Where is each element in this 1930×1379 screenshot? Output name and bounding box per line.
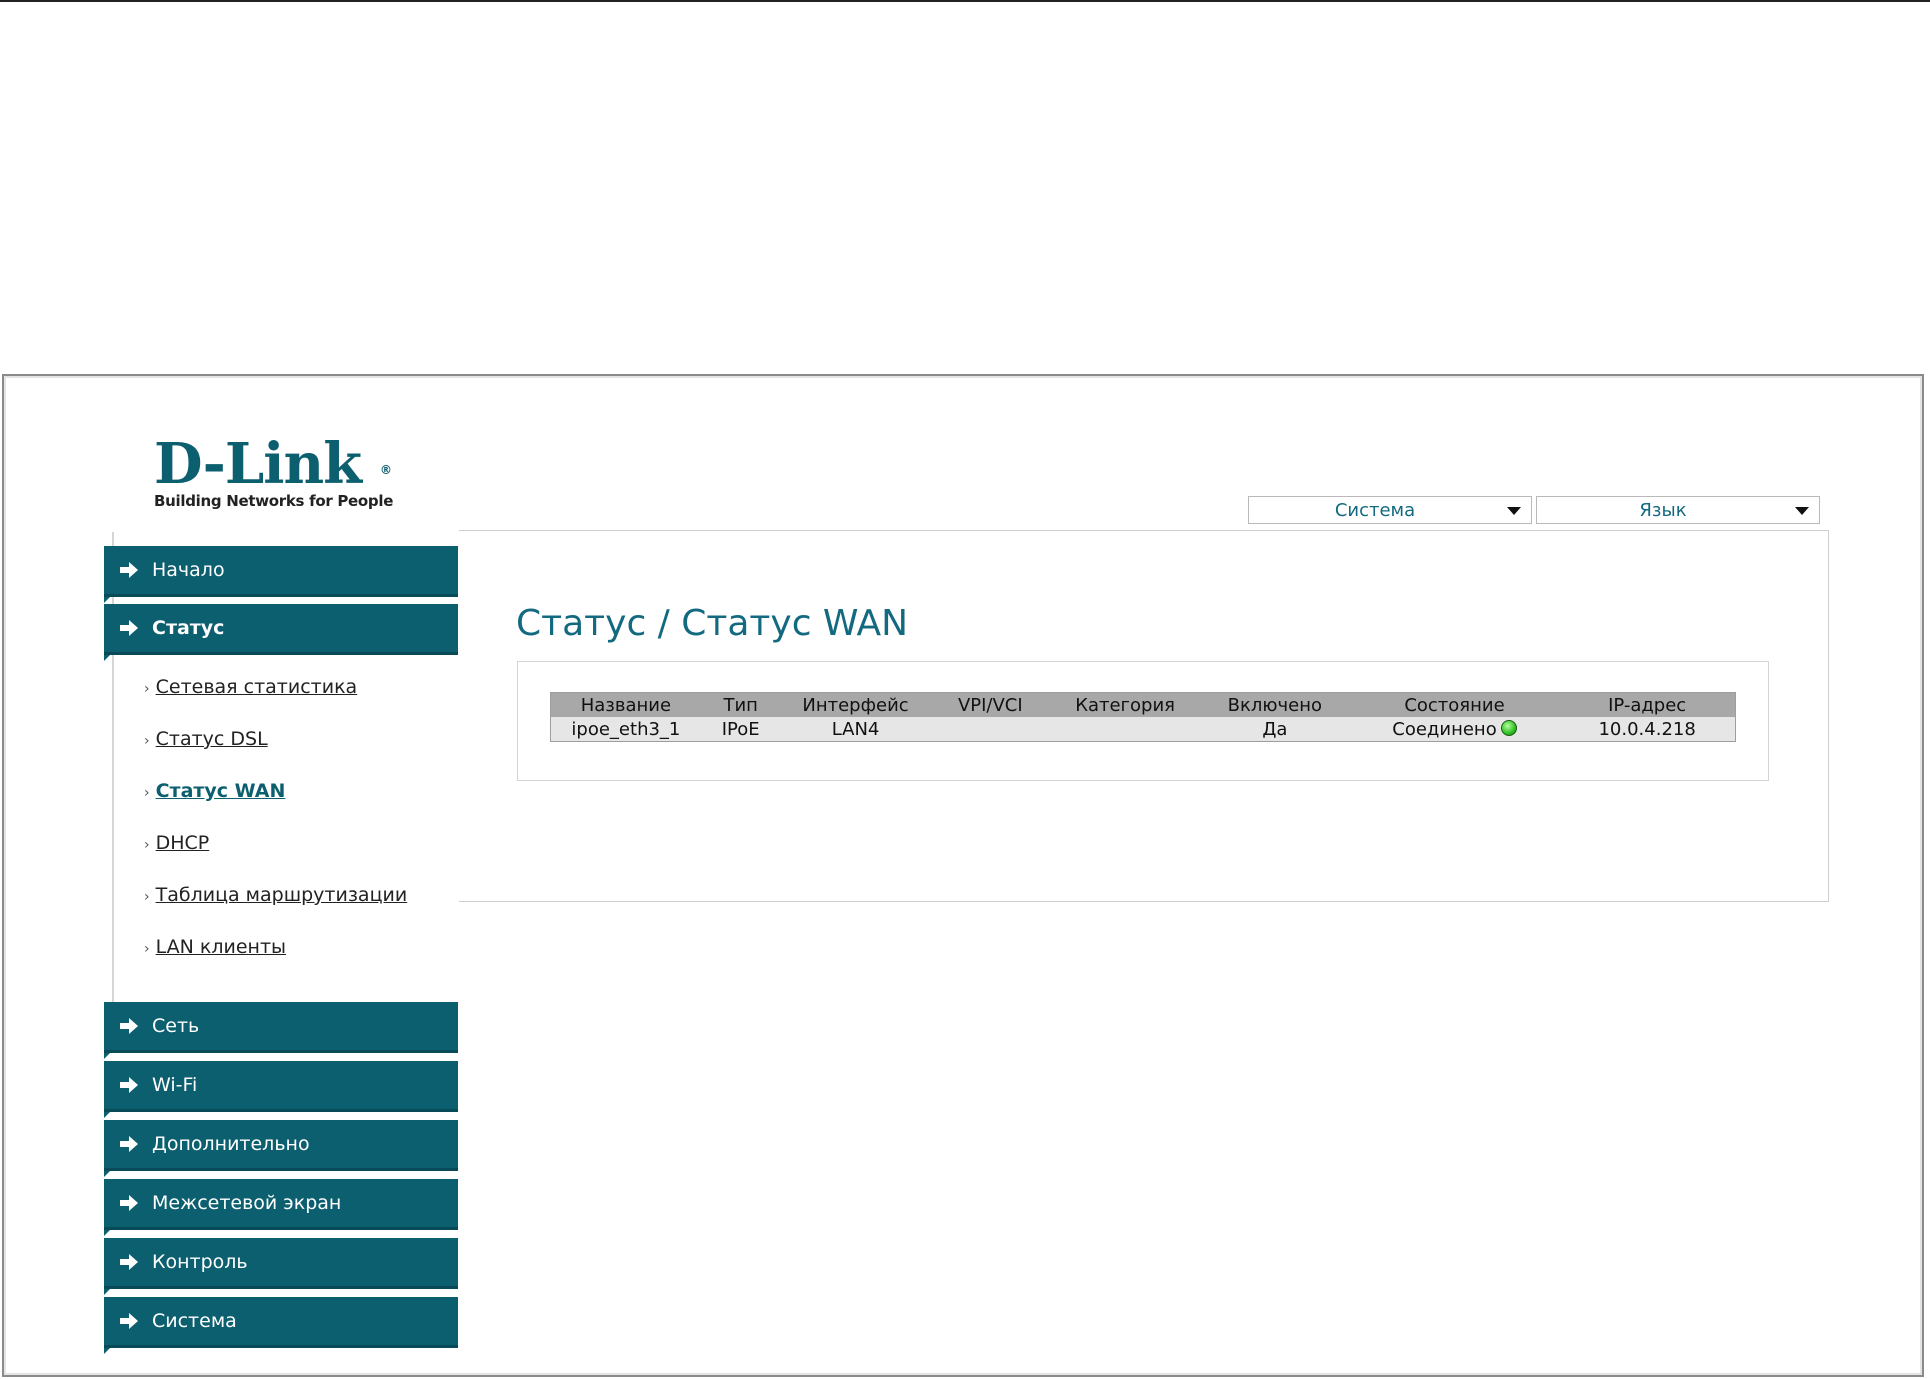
sidebar-item-home[interactable]: Начало [104,546,458,603]
arrow-right-icon [120,1313,138,1329]
state-text: Соединено [1392,718,1497,740]
column-header: Включено [1199,692,1350,717]
connected-status-icon [1500,719,1517,736]
sidebar-item-label: Система [152,1310,237,1332]
column-header: Название [550,692,701,717]
submenu-item-label: Сетевая статистика [155,676,358,698]
column-header: Категория [1050,692,1200,717]
bullet-icon: › [144,837,150,853]
sidebar-item-control[interactable]: Контроль [104,1238,458,1295]
sidebar-item-firewall[interactable]: Межсетевой экран [104,1179,458,1236]
bullet-icon: › [144,889,150,905]
sidebar-nav: Начало Статус › Сетевая статистика › Стату… [104,532,460,1375]
sidebar-item-label: Межсетевой экран [152,1192,342,1214]
cell-enabled: Да [1199,717,1350,742]
sidebar-item-label: Начало [152,559,225,581]
submenu-item-label: Статус DSL [155,728,268,750]
system-menu-dropdown[interactable]: Система [1248,496,1532,524]
bullet-icon: › [144,941,150,957]
submenu-item-label: LAN клиенты [155,936,287,958]
arrow-right-icon [120,562,138,578]
cell-interface: LAN4 [780,717,931,742]
submenu-item-network-stats[interactable]: › Сетевая статистика [144,672,357,702]
column-header: Тип [700,692,781,717]
submenu-item-dsl-status[interactable]: › Статус DSL [144,724,268,754]
submenu-item-label: DHCP [155,832,210,854]
submenu-item-dhcp[interactable]: › DHCP [144,828,209,858]
sidebar-item-status[interactable]: Статус [104,604,458,661]
arrow-right-icon [120,1136,138,1152]
submenu-item-routing-table[interactable]: › Таблица маршрутизации [144,880,407,910]
arrow-right-icon [120,1195,138,1211]
bullet-icon: › [144,733,150,749]
cell-name: ipoe_eth3_1 [550,717,701,742]
router-web-ui: D-Link ® Building Networks for People Си… [2,374,1924,1377]
language-menu-dropdown[interactable]: Язык [1536,496,1820,524]
cell-state: Соединено [1349,717,1560,742]
sidebar-item-label: Статус [152,617,225,639]
column-header: VPI/VCI [930,692,1051,717]
submenu-item-label: Таблица маршрутизации [155,884,408,906]
column-header: Состояние [1349,692,1560,717]
sidebar-item-wifi[interactable]: Wi-Fi [104,1061,458,1118]
bullet-icon: › [144,681,150,697]
table-row[interactable]: ipoe_eth3_1 IPoE LAN4 Да Соединено 10.0.… [550,717,1736,742]
sidebar-item-system[interactable]: Система [104,1297,458,1354]
sidebar-item-label: Сеть [152,1015,200,1037]
submenu-item-lan-clients[interactable]: › LAN клиенты [144,932,286,962]
chevron-down-icon [1507,507,1521,515]
wan-status-box: Название Тип Интерфейс VPI/VCI Категория… [517,661,1769,781]
page-title: Статус / Статус WAN [516,603,909,645]
bullet-icon: › [144,785,150,801]
wan-status-table: Название Тип Интерфейс VPI/VCI Категория… [550,692,1736,742]
sidebar-item-label: Контроль [152,1251,248,1273]
logo-wordmark: D-Link ® [154,434,394,494]
logo-text: D-Link [154,431,362,497]
column-header: Интерфейс [780,692,931,717]
arrow-right-icon [120,620,138,636]
cell-ip-address: 10.0.4.218 [1559,717,1736,742]
arrow-right-icon [120,1077,138,1093]
column-header: IP-адрес [1559,692,1736,717]
submenu-item-wan-status[interactable]: › Статус WAN [144,776,285,806]
cell-type: IPoE [700,717,781,742]
submenu-item-label: Статус WAN [155,780,286,802]
cell-category [1050,717,1200,742]
sidebar-item-advanced[interactable]: Дополнительно [104,1120,458,1177]
sidebar-item-label: Дополнительно [152,1133,310,1155]
registered-mark: ® [380,463,392,477]
cell-vpi-vci [930,717,1051,742]
table-header-row: Название Тип Интерфейс VPI/VCI Категория… [550,692,1736,717]
arrow-right-icon [120,1254,138,1270]
system-menu-label: Система [1334,500,1416,521]
arrow-right-icon [120,1018,138,1034]
sidebar-item-label: Wi-Fi [152,1074,198,1096]
chevron-down-icon [1795,507,1809,515]
sidebar-item-network[interactable]: Сеть [104,1002,458,1059]
content-panel: Статус / Статус WAN Название Тип Интерфе… [459,530,1829,902]
dlink-logo: D-Link ® Building Networks for People [154,434,394,510]
top-rule [0,0,1930,2]
language-menu-label: Язык [1639,500,1687,521]
